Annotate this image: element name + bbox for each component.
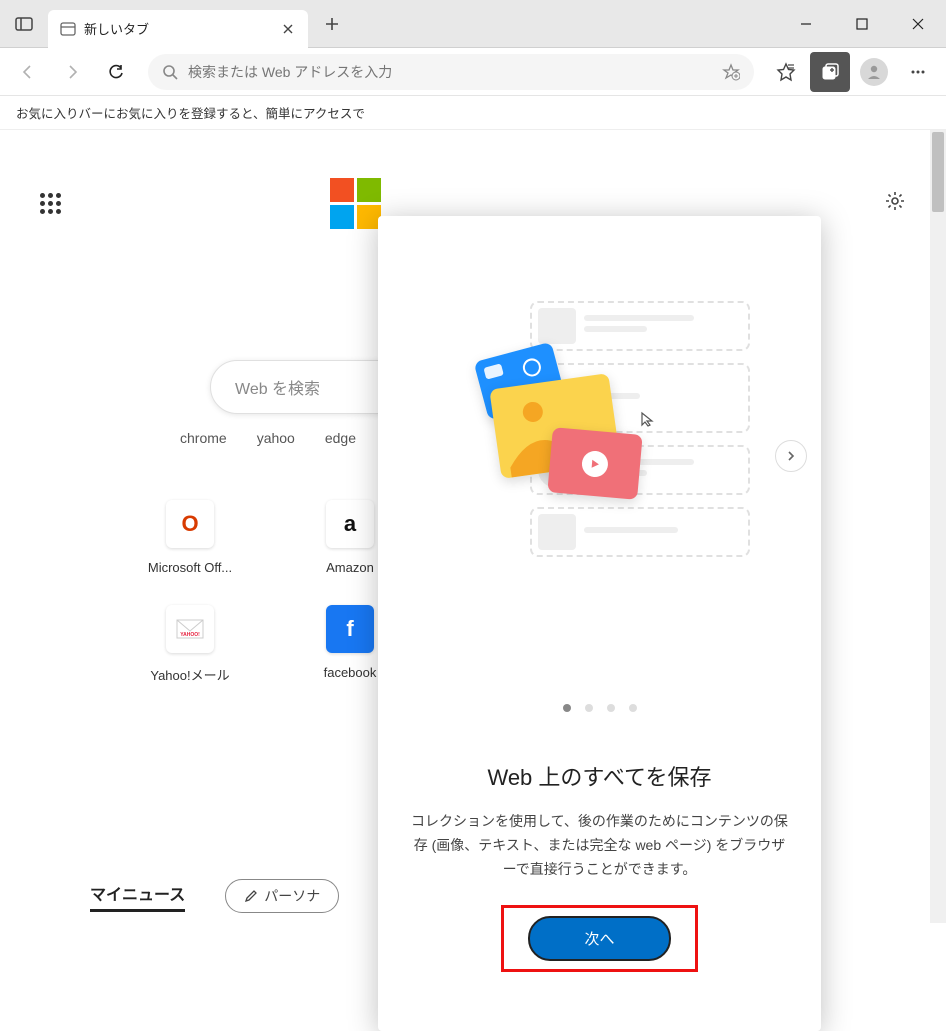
popover-action-highlight: 次へ: [501, 905, 697, 972]
favorites-button[interactable]: [766, 52, 806, 92]
tile-yahoo-mail[interactable]: YAHOO! Yahoo!メール: [120, 605, 260, 684]
favorites-bar: お気に入りバーにお気に入りを登録すると、簡単にアクセスで: [0, 96, 946, 130]
minimize-button[interactable]: [778, 0, 834, 48]
tab-favicon-icon: [60, 21, 76, 37]
gear-icon: [884, 190, 906, 212]
top-sites: O Microsoft Off... a Amazon YAHOO! Yahoo…: [120, 500, 420, 684]
favorites-hint: お気に入りバーにお気に入りを登録すると、簡単にアクセスで: [16, 103, 365, 122]
collections-button[interactable]: [810, 52, 850, 92]
tile-label: Amazon: [326, 560, 374, 575]
personalize-button[interactable]: パーソナ: [225, 879, 339, 913]
browser-toolbar: [0, 48, 946, 96]
page-settings-button[interactable]: [884, 190, 906, 217]
tab-actions-button[interactable]: [0, 0, 48, 48]
illus-card-red: [547, 427, 642, 500]
tab-close-button[interactable]: [280, 21, 296, 37]
tile-label: facebook: [324, 665, 377, 680]
office-icon: O: [166, 500, 214, 548]
tile-office[interactable]: O Microsoft Off...: [120, 500, 260, 575]
collections-icon: [820, 62, 840, 82]
forward-arrow-icon: [63, 63, 81, 81]
tile-label: Yahoo!メール: [150, 665, 229, 684]
close-icon: [912, 18, 924, 30]
ntp-header: [40, 190, 906, 217]
quicklink-chrome[interactable]: chrome: [180, 430, 227, 446]
yahoo-mail-icon: YAHOO!: [166, 605, 214, 653]
amazon-icon: a: [326, 500, 374, 548]
scrollbar[interactable]: [930, 130, 946, 923]
star-icon: [776, 62, 796, 82]
feed-header: マイニュース パーソナ: [90, 879, 339, 913]
new-tab-button[interactable]: [316, 8, 348, 40]
personalize-label: パーソナ: [264, 886, 320, 906]
refresh-button[interactable]: [96, 52, 136, 92]
tile-label: Microsoft Off...: [148, 560, 232, 575]
search-quicklinks: chrome yahoo edge: [180, 430, 356, 446]
carousel-next-button[interactable]: [775, 440, 807, 472]
window-titlebar: 新しいタブ: [0, 0, 946, 48]
collections-onboarding-popover: Web 上のすべてを保存 コレクションを使用して、後の作業のためにコンテンツの保…: [378, 216, 821, 1031]
profile-button[interactable]: [854, 52, 894, 92]
pencil-icon: [244, 889, 258, 903]
dot-0[interactable]: [563, 704, 571, 712]
microsoft-logo: [330, 178, 381, 229]
omnibox-input[interactable]: [188, 64, 712, 80]
more-icon: [909, 63, 927, 81]
address-bar[interactable]: [148, 54, 754, 90]
apps-launcher-button[interactable]: [40, 193, 61, 214]
dot-1[interactable]: [585, 704, 593, 712]
avatar-icon: [860, 58, 888, 86]
close-icon: [283, 24, 293, 34]
search-icon: [162, 64, 178, 80]
scrollbar-thumb[interactable]: [932, 132, 944, 212]
close-window-button[interactable]: [890, 0, 946, 48]
cursor-icon: [640, 411, 656, 427]
carousel-dots: [563, 704, 637, 712]
quicklink-edge[interactable]: edge: [325, 430, 356, 446]
popover-description: コレクションを使用して、後の作業のためにコンテンツの保存 (画像、テキスト、また…: [378, 810, 821, 881]
forward-button[interactable]: [52, 52, 92, 92]
tab-actions-icon: [15, 15, 33, 33]
next-button[interactable]: 次へ: [528, 916, 670, 961]
svg-text:YAHOO!: YAHOO!: [180, 632, 200, 638]
popover-title: Web 上のすべてを保存: [487, 760, 711, 792]
maximize-icon: [856, 18, 868, 30]
ntp-search-placeholder: Web を検索: [235, 375, 320, 399]
dot-2[interactable]: [607, 704, 615, 712]
minimize-icon: [800, 18, 812, 30]
menu-button[interactable]: [898, 52, 938, 92]
onboarding-illustration: [440, 291, 760, 621]
add-favorite-icon[interactable]: [722, 63, 740, 81]
facebook-icon: f: [326, 605, 374, 653]
tab-title: 新しいタブ: [84, 19, 272, 38]
titlebar-left: 新しいタブ: [0, 0, 778, 48]
back-button[interactable]: [8, 52, 48, 92]
chevron-right-icon: [785, 450, 797, 462]
dot-3[interactable]: [629, 704, 637, 712]
plus-icon: [325, 17, 339, 31]
browser-tab[interactable]: 新しいタブ: [48, 10, 308, 48]
page-content: Web を検索 chrome yahoo edge O Microsoft Of…: [0, 130, 946, 923]
back-arrow-icon: [19, 63, 37, 81]
window-controls: [778, 0, 946, 48]
quicklink-yahoo[interactable]: yahoo: [257, 430, 295, 446]
maximize-button[interactable]: [834, 0, 890, 48]
refresh-icon: [107, 63, 125, 81]
my-news-tab[interactable]: マイニュース: [90, 881, 185, 912]
popover-carousel: [378, 216, 821, 696]
